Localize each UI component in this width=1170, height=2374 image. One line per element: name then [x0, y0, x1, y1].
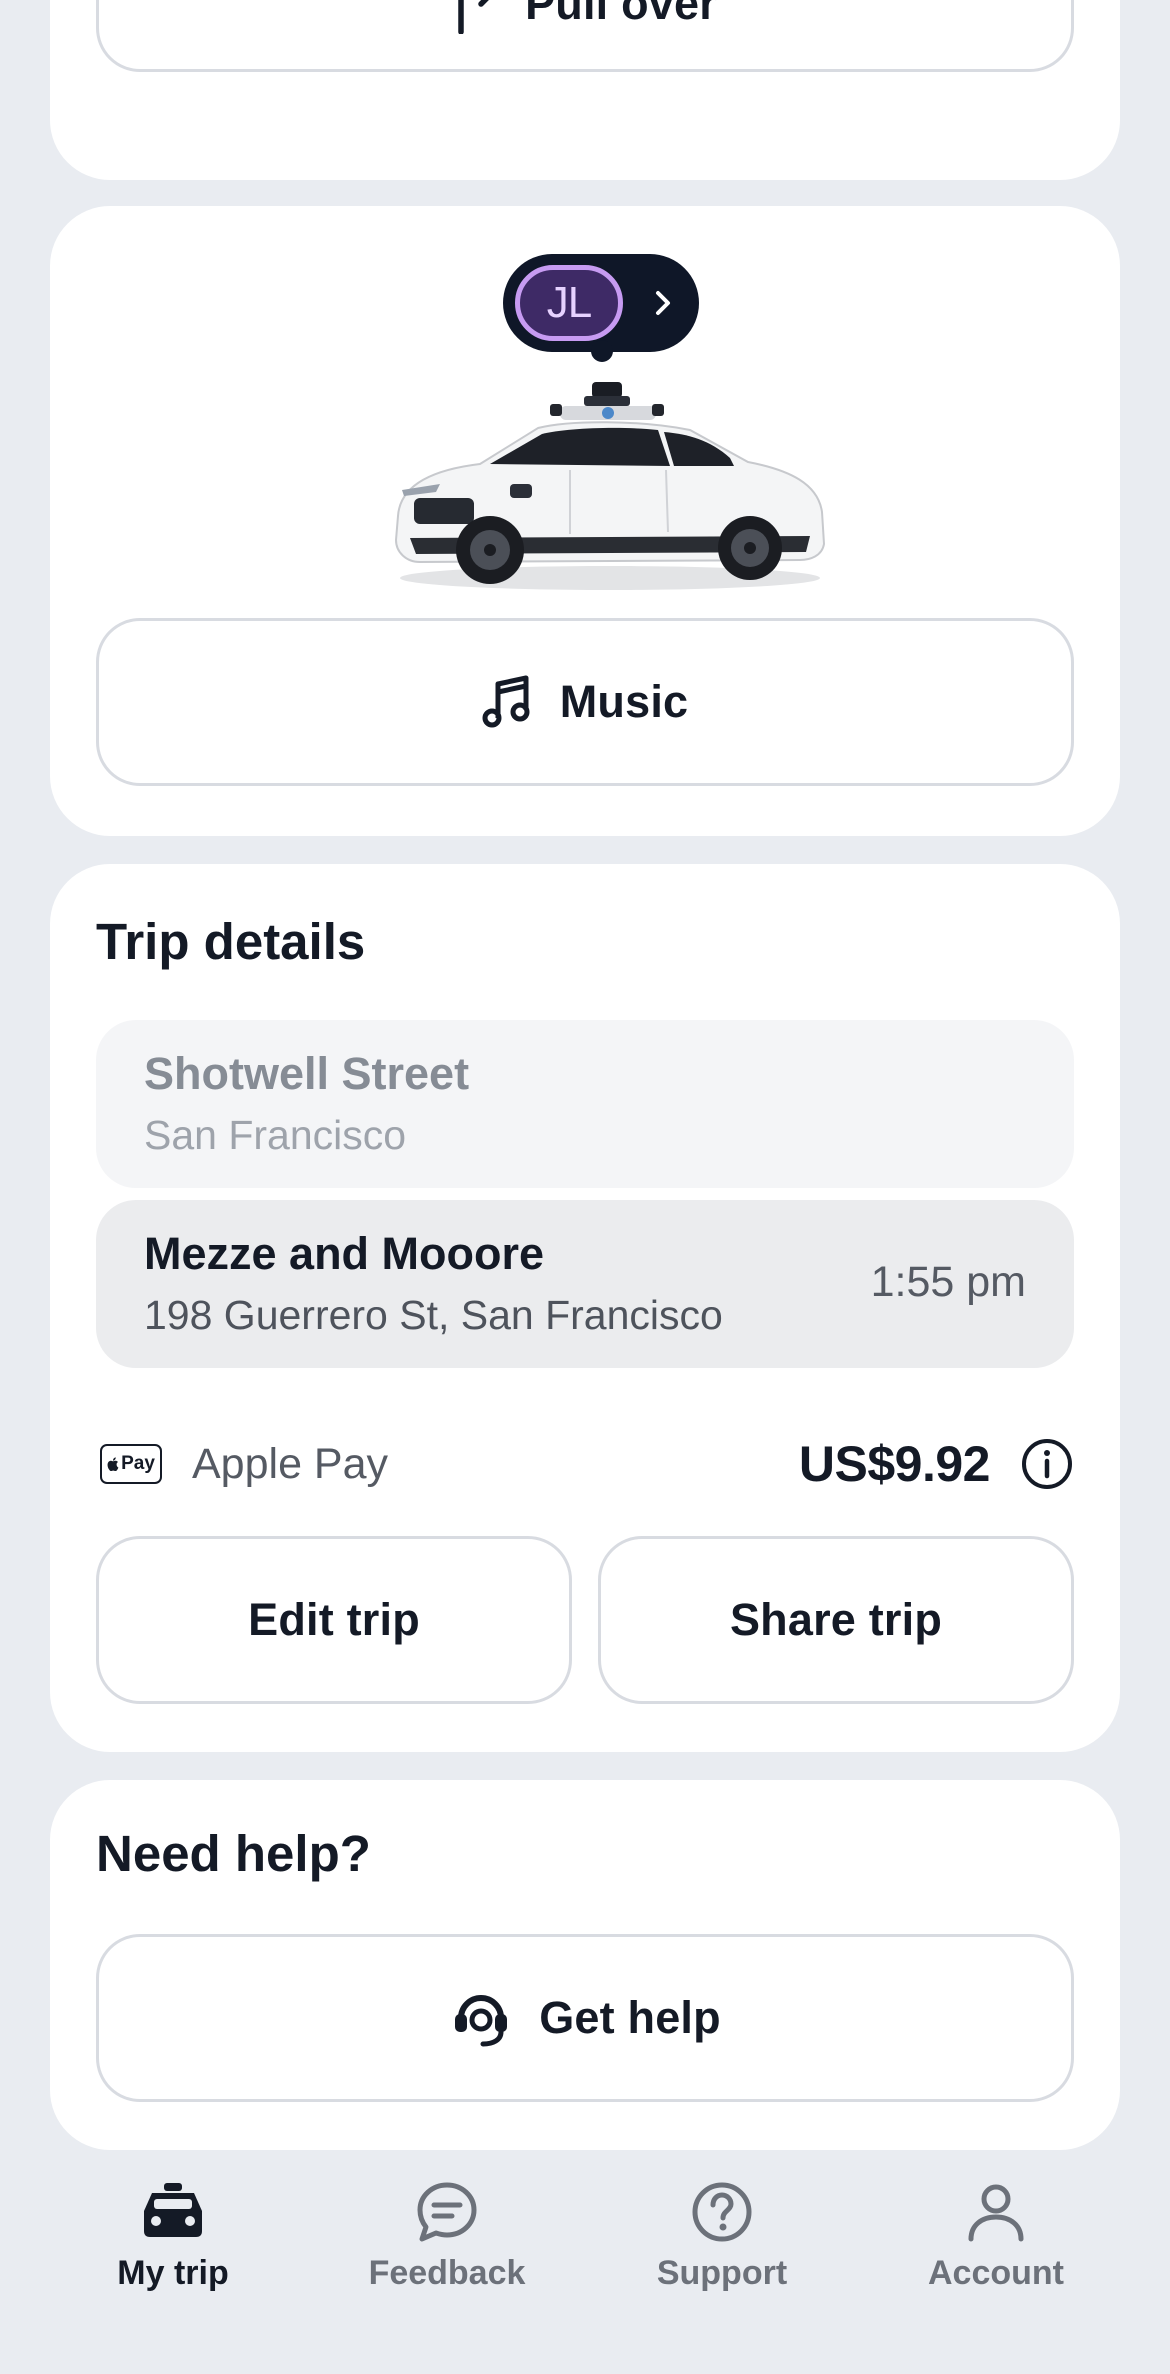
origin-stop: Shotwell Street San Francisco: [96, 1020, 1074, 1188]
nav-item-feedback[interactable]: Feedback: [337, 2176, 557, 2293]
share-trip-label: Share trip: [729, 1594, 943, 1645]
get-help-button[interactable]: Get help: [96, 1934, 1074, 2102]
get-help-label: Get help: [539, 1992, 721, 2043]
chat-bubble-icon: [414, 2176, 480, 2248]
destination-stop[interactable]: Mezze and Mooore 198 Guerrero St, San Fr…: [96, 1200, 1074, 1368]
share-trip-button[interactable]: Share trip: [598, 1536, 1074, 1704]
trip-details-card: Trip details Shotwell Street San Francis…: [50, 864, 1120, 1752]
nav-item-support[interactable]: Support: [612, 2176, 832, 2293]
apple-pay-icon: Pay: [100, 1444, 162, 1484]
edit-trip-button[interactable]: Edit trip: [96, 1536, 572, 1704]
nav-label-account: Account: [928, 2254, 1064, 2292]
pull-over-label: Pull over: [525, 0, 717, 29]
pull-over-card: Pull over: [50, 0, 1120, 180]
rider-pill[interactable]: JL: [503, 254, 699, 362]
chevron-right-icon: [653, 288, 673, 318]
nav-item-account[interactable]: Account: [886, 2176, 1106, 2293]
payment-method: Apple Pay: [192, 1439, 389, 1488]
need-help-card: Need help? Get help: [50, 1780, 1120, 2150]
nav-item-my-trip[interactable]: My trip: [63, 2176, 283, 2293]
bottom-nav: My trip Feedback Support Account: [0, 2150, 1170, 2374]
nav-label-my-trip: My trip: [117, 2254, 229, 2292]
music-label: Music: [559, 676, 689, 727]
apple-pay-badge-text: Pay: [121, 1453, 155, 1474]
origin-name: Shotwell Street: [144, 1048, 470, 1099]
rider-initials-avatar: JL: [515, 265, 623, 341]
turn-right-arrow-icon: [453, 0, 499, 34]
destination-eta: 1:55 pm: [870, 1258, 1026, 1306]
vehicle-card: JL Music: [50, 206, 1120, 836]
person-icon: [963, 2176, 1029, 2248]
nav-label-support: Support: [656, 2254, 788, 2292]
info-icon[interactable]: [1020, 1437, 1074, 1491]
vehicle-image: [370, 366, 850, 606]
origin-city: San Francisco: [144, 1112, 407, 1158]
headset-icon: [449, 1986, 513, 2050]
pull-over-button[interactable]: Pull over: [96, 0, 1074, 72]
question-circle-icon: [689, 2176, 755, 2248]
music-button[interactable]: Music: [96, 618, 1074, 786]
car-icon: [140, 2176, 206, 2248]
edit-trip-label: Edit trip: [248, 1594, 420, 1645]
need-help-title: Need help?: [96, 1825, 371, 1882]
trip-price: US$9.92: [798, 1436, 991, 1492]
nav-label-feedback: Feedback: [368, 2254, 526, 2292]
trip-details-title: Trip details: [96, 913, 366, 970]
music-note-icon: [482, 674, 534, 730]
payment-row: Pay Apple Pay US$9.92: [100, 1424, 1074, 1504]
